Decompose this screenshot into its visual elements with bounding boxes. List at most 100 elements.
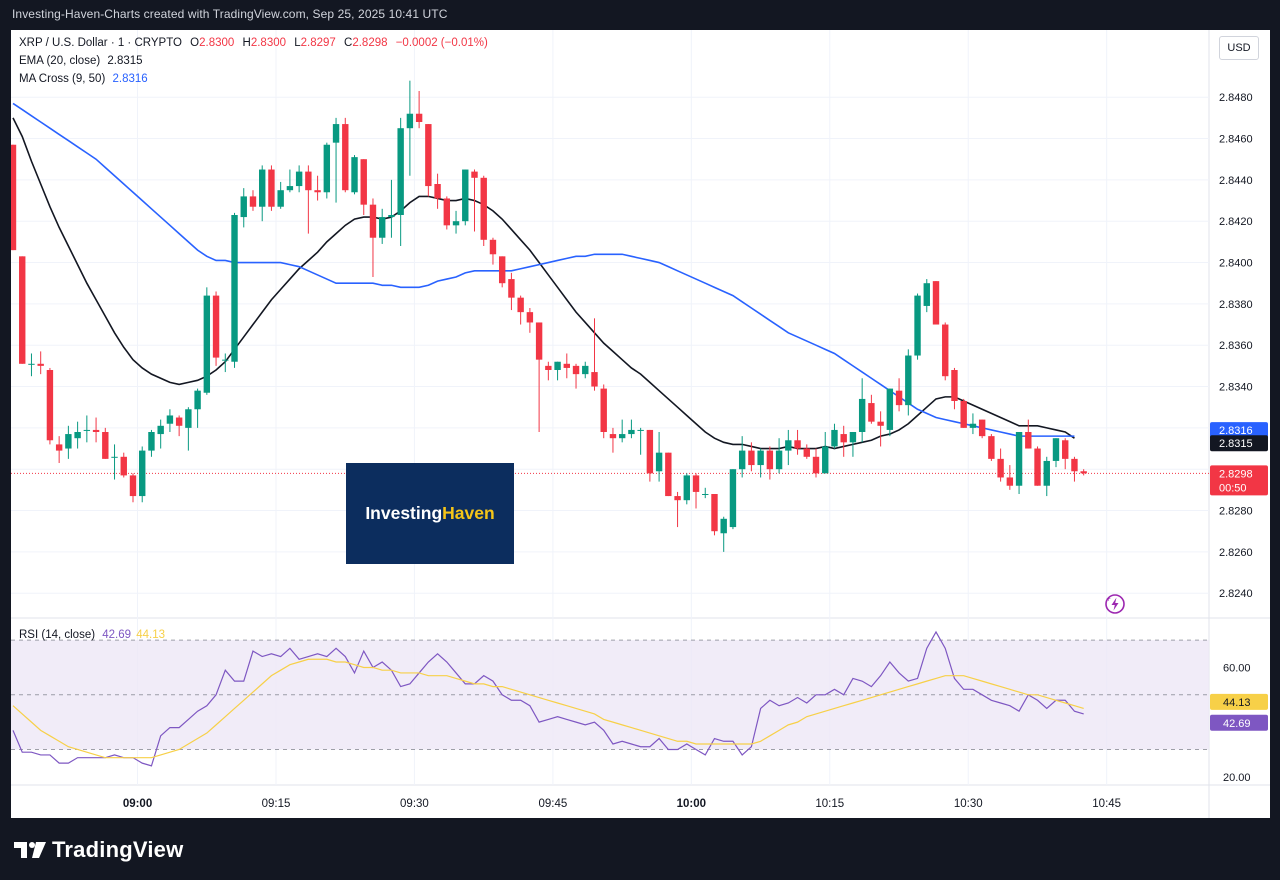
candle[interactable] [55,444,63,451]
candle[interactable] [1034,448,1041,486]
candle[interactable] [646,429,654,474]
candle[interactable] [748,450,755,466]
candle[interactable] [305,171,312,191]
candle[interactable] [11,144,17,251]
candle[interactable] [369,204,377,238]
candle[interactable] [812,456,820,474]
candle[interactable] [185,409,192,428]
candle[interactable] [462,169,469,222]
candle[interactable] [517,297,524,313]
candle[interactable] [554,361,561,370]
candle[interactable] [425,124,432,187]
candle[interactable] [849,432,857,443]
candle[interactable] [74,432,81,439]
candle[interactable] [397,128,404,215]
candle[interactable] [923,283,930,306]
candle[interactable] [840,434,847,443]
candle[interactable] [942,324,949,377]
candle[interactable] [905,355,912,406]
candle[interactable] [822,446,829,474]
candle[interactable] [803,448,810,457]
candle[interactable] [858,398,866,432]
candle[interactable] [83,429,91,431]
candle[interactable] [480,177,487,240]
candle[interactable] [323,144,331,193]
candle[interactable] [92,429,100,432]
candle[interactable] [563,363,570,368]
candle[interactable] [139,450,146,497]
candle[interactable] [978,419,986,437]
candle[interactable] [314,190,321,193]
candle[interactable] [655,452,663,472]
legend-rsi[interactable]: RSI (14, close) 42.69 44.13 [19,629,165,641]
legend-ema[interactable]: EMA (20, close) 2.8315 [19,55,143,67]
candle[interactable] [268,169,275,207]
candle[interactable] [452,221,460,226]
candle[interactable] [28,363,35,365]
candle[interactable] [572,365,580,375]
candle[interactable] [37,363,44,366]
candle[interactable] [148,432,155,451]
candle[interactable] [498,256,506,284]
candle[interactable] [231,215,238,362]
candle[interactable] [914,295,921,356]
candle[interactable] [831,429,838,447]
candle[interactable] [692,475,700,492]
candle[interactable] [129,475,137,497]
candle[interactable] [1071,458,1078,472]
candle[interactable] [628,429,635,435]
candle[interactable] [379,217,386,238]
candle[interactable] [342,124,349,191]
candle[interactable] [277,190,284,207]
candle[interactable] [960,401,967,428]
chart-frame[interactable]: 2.82402.82602.82802.83002.83202.83402.83… [11,30,1270,818]
candle[interactable] [120,456,127,476]
candle[interactable] [471,171,478,178]
candle[interactable] [351,157,358,193]
candle[interactable] [674,496,681,501]
candle[interactable] [988,436,995,459]
candle[interactable] [203,295,211,393]
candle[interactable] [683,475,690,501]
candle[interactable] [286,186,294,191]
candle[interactable] [895,390,903,406]
candle[interactable] [886,388,894,430]
candle[interactable] [434,184,441,199]
candle[interactable] [711,494,718,532]
candle[interactable] [102,432,109,459]
candle[interactable] [212,295,220,358]
candle[interactable] [388,215,395,218]
candle[interactable] [702,494,709,495]
candle[interactable] [1043,460,1050,486]
candle[interactable] [406,113,414,129]
candle[interactable] [794,440,801,449]
chart-canvas[interactable]: 2.82402.82602.82802.83002.83202.83402.83… [11,30,1270,818]
candle[interactable] [360,159,367,205]
candle[interactable] [175,417,183,426]
candle[interactable] [259,169,266,207]
candle[interactable] [868,403,875,422]
candle[interactable] [637,429,644,431]
candle[interactable] [757,450,764,466]
candle[interactable] [766,450,774,470]
candle[interactable] [738,450,746,470]
candle[interactable] [877,421,884,426]
candle[interactable] [65,434,72,449]
candle[interactable] [508,279,515,298]
candle[interactable] [157,425,164,435]
candle[interactable] [1080,471,1087,474]
candle[interactable] [600,388,607,432]
candle[interactable] [19,256,26,364]
candle[interactable] [932,281,940,325]
candle[interactable] [1062,440,1069,459]
legend-symbol[interactable]: XRP / U.S. Dollar · 1 · CRYPTO [19,37,182,49]
candle[interactable] [1052,438,1060,461]
candle[interactable] [1025,432,1032,449]
candle[interactable] [166,415,174,424]
candle[interactable] [535,322,543,360]
candle[interactable] [720,518,727,534]
candle[interactable] [295,171,303,187]
candle[interactable] [618,434,626,439]
candle[interactable] [969,423,977,428]
candle[interactable] [332,124,340,143]
